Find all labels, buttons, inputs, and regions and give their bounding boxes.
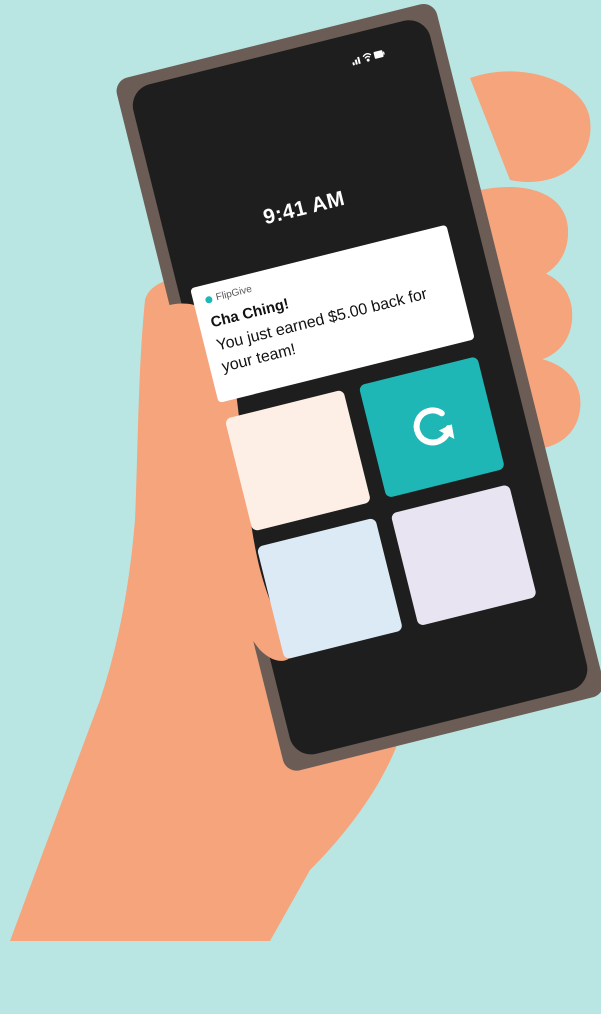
notification-app-name: FlipGive (214, 283, 254, 304)
scene: 9:41 AM FlipGive Cha Ching! You just ear… (0, 0, 601, 941)
signal-icon (352, 56, 361, 66)
app-tile-lavender[interactable] (390, 484, 537, 627)
wifi-icon (362, 53, 372, 62)
battery-icon (373, 50, 385, 59)
notification-app: FlipGive (204, 284, 253, 306)
flipgive-app-icon (204, 295, 214, 305)
refresh-icon (413, 407, 455, 446)
status-icons (352, 50, 385, 66)
app-tile-blue[interactable] (256, 517, 404, 660)
app-tile-refresh[interactable] (358, 356, 506, 499)
lock-screen-time: 9:41 AM (260, 186, 348, 230)
app-tile-peach[interactable] (224, 389, 372, 532)
